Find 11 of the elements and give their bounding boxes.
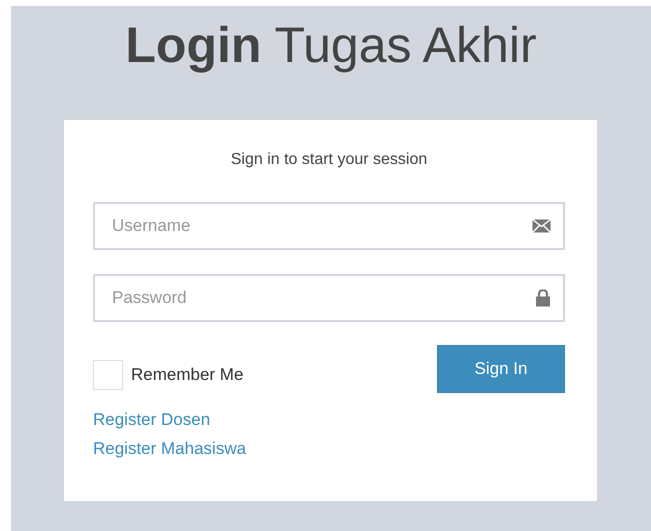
- register-link[interactable]: Register Mahasiswa: [93, 434, 246, 463]
- envelope-icon: [532, 218, 551, 234]
- input-field[interactable]: Password: [93, 274, 565, 322]
- lock-icon: [535, 290, 551, 306]
- checkbox-label: Remember Me: [131, 365, 244, 385]
- register-link[interactable]: Register Dosen: [93, 405, 210, 434]
- input-field[interactable]: Username: [93, 202, 565, 250]
- page-title: Login Tugas Akhir: [125, 16, 537, 75]
- login-message: Sign in to start your session: [230, 150, 428, 170]
- checkbox[interactable]: [93, 360, 123, 390]
- sign-in-button[interactable]: Sign In: [437, 345, 565, 393]
